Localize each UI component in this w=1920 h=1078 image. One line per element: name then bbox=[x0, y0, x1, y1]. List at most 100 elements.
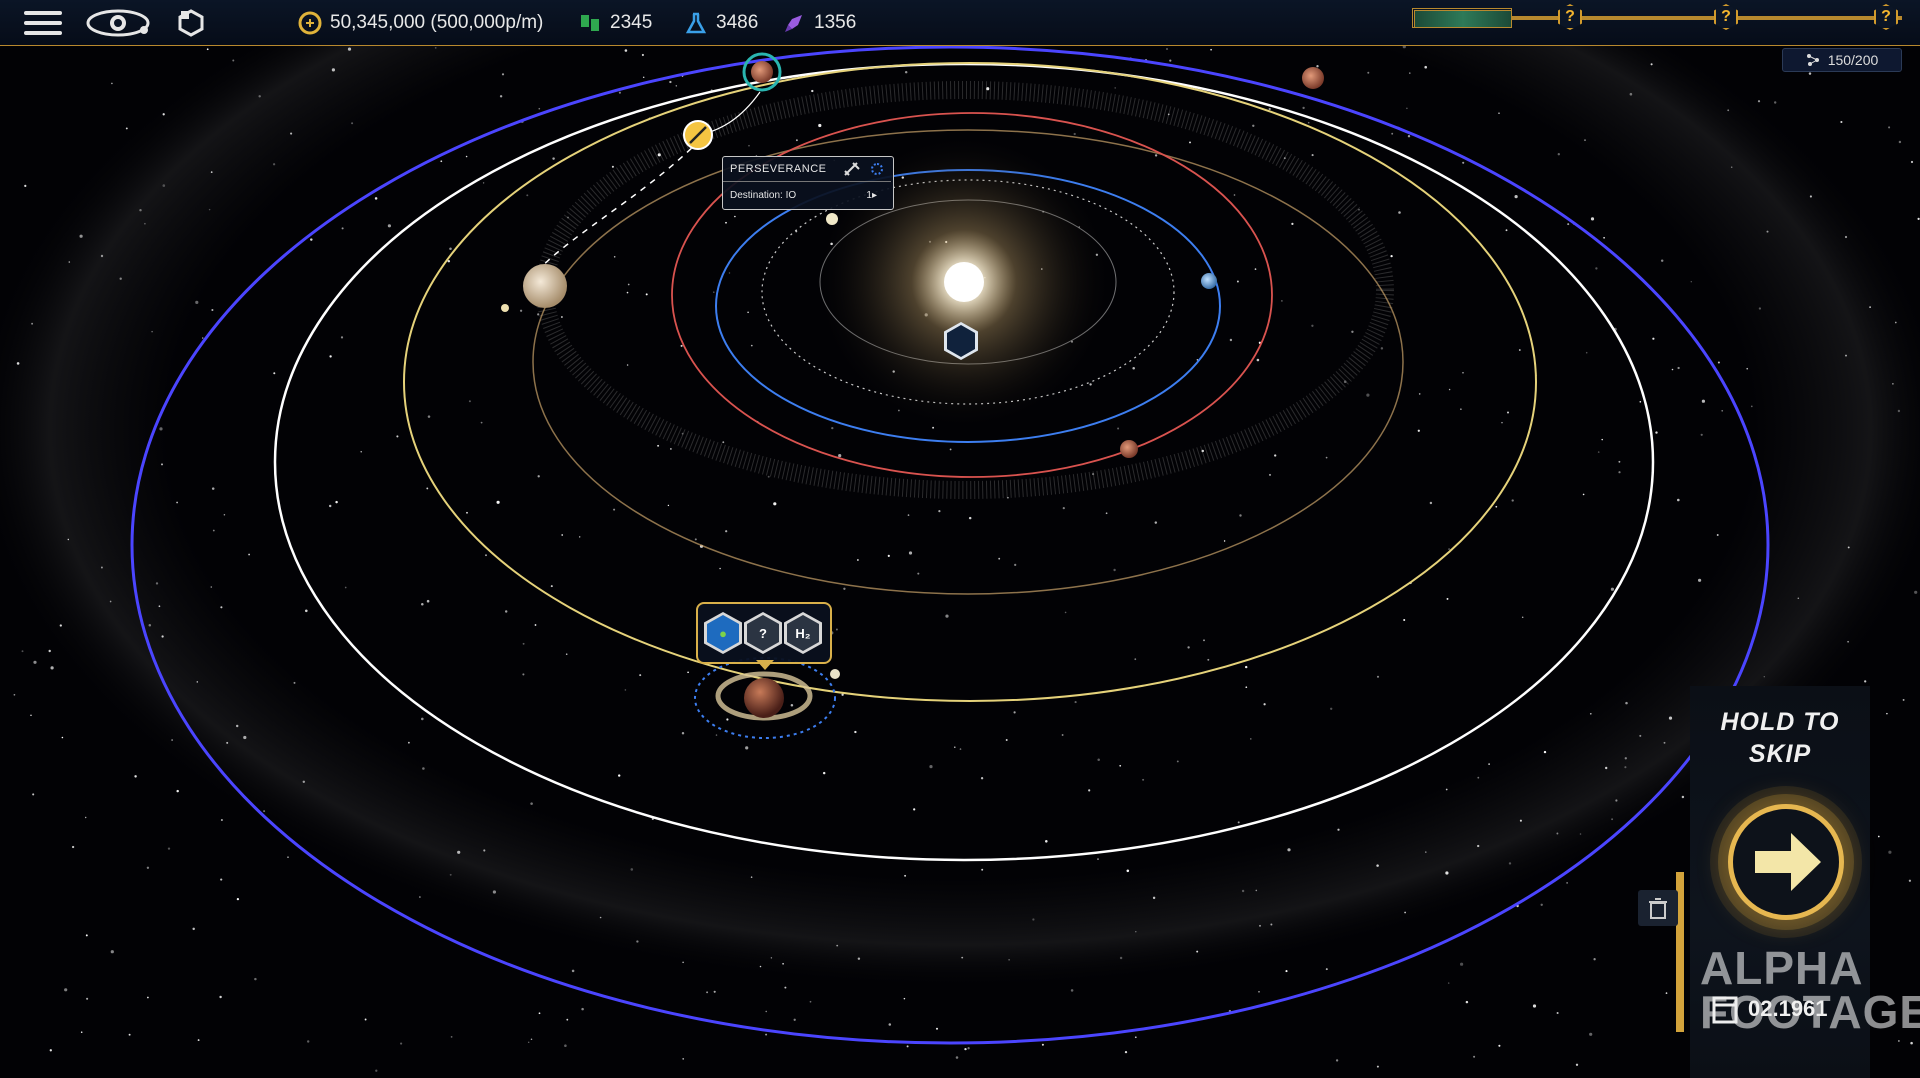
star bbox=[1498, 1044, 1501, 1047]
planet-jupiter[interactable] bbox=[523, 264, 567, 308]
skip-label: HOLD TO SKIP bbox=[1720, 708, 1840, 768]
star bbox=[176, 789, 179, 793]
star bbox=[206, 48, 209, 51]
star bbox=[85, 934, 88, 937]
rocket-value: 1356 bbox=[814, 12, 857, 33]
star bbox=[530, 1038, 533, 1040]
star bbox=[254, 977, 257, 981]
star bbox=[50, 666, 54, 670]
star bbox=[13, 693, 16, 696]
date-value: 02.1961 bbox=[1748, 996, 1828, 1021]
star bbox=[1460, 962, 1464, 966]
star bbox=[64, 988, 68, 992]
star bbox=[1888, 126, 1891, 129]
earth-like-icon[interactable]: ● bbox=[704, 612, 742, 654]
star bbox=[1556, 1011, 1559, 1015]
thumbs-icon bbox=[581, 15, 599, 31]
milestone-2[interactable]: ? bbox=[1714, 4, 1738, 30]
star bbox=[682, 1058, 685, 1060]
star bbox=[30, 714, 32, 717]
solar-system-map[interactable] bbox=[0, 0, 1920, 1078]
star bbox=[967, 1047, 970, 1050]
target-icon bbox=[871, 163, 883, 175]
star bbox=[1575, 1063, 1579, 1066]
star bbox=[1070, 989, 1074, 992]
eye-icon[interactable] bbox=[86, 0, 152, 46]
planet-popup[interactable]: ● ? H₂ bbox=[696, 602, 832, 670]
planet-selected[interactable] bbox=[751, 61, 773, 83]
spacecraft-tooltip[interactable]: PERSEVERANCE Destination: IO 1▸ bbox=[722, 156, 894, 210]
star bbox=[1773, 101, 1777, 104]
star bbox=[128, 1033, 131, 1036]
milestone-1[interactable]: ? bbox=[1558, 4, 1582, 30]
star bbox=[32, 793, 35, 796]
hydrogen-icon[interactable]: H₂ bbox=[784, 612, 822, 654]
star bbox=[84, 816, 87, 819]
planet-distant[interactable] bbox=[1302, 67, 1324, 89]
star bbox=[1908, 879, 1912, 882]
star bbox=[1465, 1000, 1469, 1004]
star bbox=[1325, 968, 1328, 971]
star bbox=[1910, 160, 1914, 164]
star bbox=[1886, 712, 1888, 715]
star bbox=[400, 1042, 403, 1045]
unknown-resource-icon[interactable]: ? bbox=[744, 612, 782, 654]
approval-counter: 2345 bbox=[578, 0, 652, 46]
slots-value: 150/200 bbox=[1827, 52, 1879, 68]
satellite-icon bbox=[844, 162, 860, 176]
star bbox=[1566, 882, 1568, 884]
star bbox=[111, 82, 113, 85]
star bbox=[1589, 1032, 1593, 1036]
network-icon bbox=[1806, 54, 1819, 66]
star bbox=[134, 775, 137, 778]
star bbox=[1258, 991, 1260, 993]
star bbox=[1473, 1055, 1476, 1058]
hamburger-menu-icon[interactable] bbox=[24, 0, 62, 46]
star bbox=[784, 986, 787, 989]
sun[interactable] bbox=[944, 262, 984, 302]
star bbox=[1917, 217, 1920, 221]
star bbox=[935, 1027, 939, 1030]
star bbox=[1888, 850, 1892, 854]
star bbox=[1540, 903, 1543, 906]
star bbox=[197, 1039, 200, 1042]
star bbox=[146, 866, 150, 869]
planet-saturn[interactable] bbox=[744, 678, 784, 718]
science-counter: 3486 bbox=[684, 0, 758, 46]
trash-icon[interactable] bbox=[1638, 890, 1678, 926]
slots-counter[interactable]: 150/200 bbox=[1782, 48, 1902, 72]
star bbox=[1898, 140, 1902, 144]
star bbox=[571, 969, 575, 973]
rocket-counter: 1356 bbox=[782, 0, 856, 46]
star bbox=[1134, 1036, 1137, 1039]
star bbox=[307, 1040, 310, 1043]
milestone-3[interactable]: ? bbox=[1874, 4, 1898, 30]
moon-titan[interactable] bbox=[830, 669, 840, 679]
currency-icon bbox=[298, 11, 322, 35]
arrow-right-icon bbox=[1755, 833, 1821, 891]
star bbox=[1335, 1059, 1339, 1062]
star bbox=[964, 1047, 967, 1051]
star bbox=[1864, 680, 1867, 683]
star bbox=[33, 660, 37, 664]
hexagon-icon[interactable] bbox=[176, 0, 208, 46]
star bbox=[1665, 992, 1668, 994]
star bbox=[765, 1033, 768, 1036]
skip-button[interactable] bbox=[1728, 804, 1844, 920]
planet-earth[interactable] bbox=[1201, 273, 1217, 289]
star bbox=[80, 1031, 83, 1033]
star bbox=[1914, 590, 1918, 594]
star bbox=[220, 818, 223, 822]
star bbox=[450, 1036, 453, 1038]
star bbox=[1808, 72, 1812, 75]
star bbox=[955, 1056, 959, 1059]
star bbox=[1593, 958, 1596, 961]
star bbox=[375, 1069, 378, 1072]
progress-fill bbox=[1414, 10, 1512, 28]
star bbox=[564, 1044, 567, 1047]
planet-mars[interactable] bbox=[1120, 440, 1138, 458]
approval-value: 2345 bbox=[610, 12, 653, 33]
moon-io[interactable] bbox=[501, 304, 509, 312]
planet-venus[interactable] bbox=[826, 213, 838, 225]
spacecraft-speed: 1▸ bbox=[866, 190, 877, 201]
